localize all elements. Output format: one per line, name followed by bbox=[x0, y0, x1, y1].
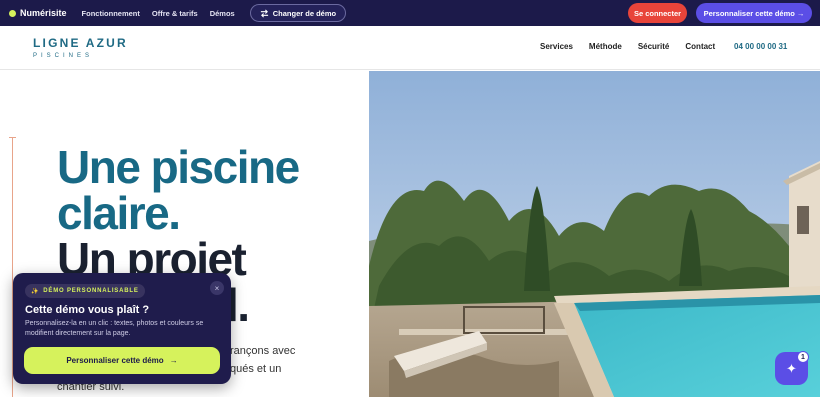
sparkle-star-icon: ✦ bbox=[786, 360, 797, 376]
nav-methode[interactable]: Méthode bbox=[589, 42, 622, 51]
popup-cta-label: Personnaliser cette démo bbox=[66, 356, 164, 365]
demo-nav: Fonctionnement Offre & tarifs Démos bbox=[82, 9, 235, 18]
popup-badge: ✨ DÉMO PERSONNALISABLE bbox=[25, 284, 145, 298]
site-logo[interactable]: LIGNE AZUR bbox=[33, 36, 128, 50]
phone-link[interactable]: 04 00 00 00 31 bbox=[734, 42, 787, 51]
demo-nav-fonctionnement[interactable]: Fonctionnement bbox=[82, 9, 140, 18]
hero-heading-line-1: Une piscine bbox=[57, 141, 300, 193]
switch-demo-button[interactable]: Changer de démo bbox=[249, 4, 347, 22]
nav-contact[interactable]: Contact bbox=[685, 42, 715, 51]
arrow-right-icon: → bbox=[169, 356, 178, 365]
popup-close-button[interactable]: × bbox=[210, 281, 224, 295]
swap-arrows-icon bbox=[260, 9, 268, 17]
customize-demo-button[interactable]: Personnaliser cette démo → bbox=[696, 3, 812, 23]
hero-heading-line-2: claire. bbox=[57, 187, 181, 239]
pool-illustration bbox=[369, 71, 820, 397]
popup-title: Cette démo vous plaît ? bbox=[25, 304, 150, 316]
hero-pool-photo bbox=[369, 71, 820, 397]
demo-nav-offre[interactable]: Offre & tarifs bbox=[152, 9, 198, 18]
brand-dot-icon bbox=[9, 9, 16, 17]
personalize-popup: ✨ DÉMO PERSONNALISABLE × Cette démo vous… bbox=[13, 273, 231, 384]
brand-name: Numérisite bbox=[20, 8, 67, 18]
numerisite-logo[interactable]: Numérisite bbox=[9, 8, 67, 18]
site-header: LIGNE AZUR PISCINES Services Méthode Séc… bbox=[0, 26, 820, 70]
popup-customize-button[interactable]: Personnaliser cette démo → bbox=[24, 347, 220, 374]
page: Numérisite Fonctionnement Offre & tarifs… bbox=[0, 0, 820, 397]
site-logo-subtitle: PISCINES bbox=[33, 53, 94, 59]
popup-badge-label: DÉMO PERSONNALISABLE bbox=[43, 288, 139, 294]
demo-nav-demos[interactable]: Démos bbox=[210, 9, 235, 18]
popup-description: Personnalisez-la en un clic : textes, ph… bbox=[25, 320, 204, 337]
sparkle-icon: ✨ bbox=[31, 288, 40, 295]
switch-demo-label: Changer de démo bbox=[272, 8, 337, 18]
notification-badge: 1 bbox=[797, 351, 809, 363]
site-nav: Services Méthode Sécurité Contact bbox=[540, 42, 715, 51]
nav-securite[interactable]: Sécurité bbox=[638, 42, 670, 51]
login-button[interactable]: Se connecter bbox=[628, 3, 687, 23]
nav-services[interactable]: Services bbox=[540, 42, 573, 51]
